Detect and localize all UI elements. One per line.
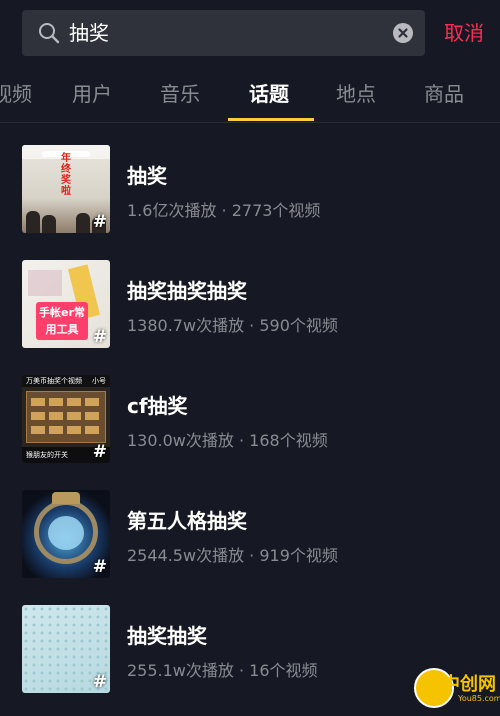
topic-title: 第五人格抽奖 — [127, 509, 247, 533]
topic-thumbnail: # — [22, 605, 110, 693]
tab-topics[interactable]: 话题 — [249, 66, 289, 122]
topic-stats: 130.0w次播放 · 168个视频 — [127, 431, 328, 450]
thumbnail-grid-cell — [67, 412, 81, 420]
thumbnail-grid-cell — [49, 412, 63, 420]
thumbnail-label: 手帐er常用工具 — [36, 302, 88, 340]
thumbnail-game-grid — [26, 391, 106, 443]
hashtag-icon: # — [92, 672, 107, 692]
clear-search-icon[interactable] — [393, 23, 413, 43]
topic-stats: 1380.7w次播放 · 590个视频 — [127, 316, 338, 335]
thumbnail-person — [26, 211, 40, 233]
tab-places[interactable]: 地点 — [336, 66, 376, 122]
thumbnail-grid-cell — [85, 412, 99, 420]
watermark-domain: You85.com — [458, 694, 500, 703]
topic-title: 抽奖抽奖抽奖 — [127, 279, 247, 303]
thumbnail-card — [28, 270, 62, 296]
thumbnail-grid-cell — [31, 412, 45, 420]
topic-title: 抽奖抽奖 — [127, 624, 207, 648]
hashtag-icon: # — [92, 327, 107, 347]
topic-stats: 2544.5w次播放 · 919个视频 — [127, 546, 338, 565]
thumbnail-person — [42, 215, 56, 233]
topic-thumbnail: 万美币抽奖个视频 小号 猴朋友的开关 # — [22, 375, 110, 463]
tab-music[interactable]: 音乐 — [160, 66, 200, 122]
thumbnail-person — [76, 213, 90, 233]
topic-row[interactable]: # 第五人格抽奖 2544.5w次播放 · 919个视频 — [0, 468, 500, 583]
active-tab-indicator — [228, 118, 314, 121]
search-header: 抽奖 取消 — [0, 0, 500, 66]
topic-title: cf抽奖 — [127, 394, 188, 418]
tab-products[interactable]: 商品 — [424, 66, 464, 122]
thumbnail-tag: 小号 — [92, 377, 106, 385]
search-input[interactable]: 抽奖 — [22, 10, 425, 56]
thumbnail-grid-cell — [67, 398, 81, 406]
topic-thumbnail: 手帐er常用工具 # — [22, 260, 110, 348]
thumbnail-emblem-crown — [52, 492, 80, 504]
thumbnail-grid-cell — [85, 426, 99, 434]
topic-title: 抽奖 — [127, 164, 167, 188]
topic-stats: 255.1w次播放 · 16个视频 — [127, 661, 318, 680]
search-query-text: 抽奖 — [69, 21, 109, 45]
thumbnail-banner-text: 年终奖啦 — [61, 153, 71, 197]
result-category-tabs: 视频 用户 音乐 话题 地点 商品 — [0, 66, 500, 123]
thumbnail-grid-cell — [49, 398, 63, 406]
thumbnail-grid-cell — [31, 398, 45, 406]
thumbnail-footer-text: 猴朋友的开关 — [26, 451, 68, 459]
hashtag-icon: # — [92, 557, 107, 577]
topic-row[interactable]: 手帐er常用工具 # 抽奖抽奖抽奖 1380.7w次播放 · 590个视频 — [0, 238, 500, 353]
tab-users[interactable]: 用户 — [72, 66, 112, 122]
topic-row[interactable]: 年终奖啦 # 抽奖 1.6亿次播放 · 2773个视频 — [0, 123, 500, 238]
topic-thumbnail: # — [22, 490, 110, 578]
search-icon — [39, 23, 60, 44]
topic-thumbnail: 年终奖啦 # — [22, 145, 110, 233]
watermark-brand: 中创网 — [442, 674, 496, 695]
thumbnail-grid-cell — [31, 426, 45, 434]
thumbnail-grid-cell — [49, 426, 63, 434]
tab-videos[interactable]: 视频 — [0, 66, 32, 122]
thumbnail-grid-cell — [85, 398, 99, 406]
watermark-logo: 中创网 You85.com — [412, 668, 500, 712]
topic-row[interactable]: 万美币抽奖个视频 小号 猴朋友的开关 # cf抽奖 130.0w次播放 · 16… — [0, 353, 500, 468]
search-results-screen: 抽奖 取消 视频 用户 音乐 话题 地点 商品 年终奖啦 # 抽奖 1.6亿次播… — [0, 0, 500, 716]
thumbnail-caption: 万美币抽奖个视频 — [26, 377, 82, 385]
hashtag-icon: # — [92, 442, 107, 462]
thumbnail-emblem-core — [48, 516, 84, 550]
thumbnail-grid-cell — [67, 426, 81, 434]
cancel-button[interactable]: 取消 — [444, 10, 484, 56]
hashtag-icon: # — [92, 212, 107, 232]
topic-stats: 1.6亿次播放 · 2773个视频 — [127, 201, 321, 220]
